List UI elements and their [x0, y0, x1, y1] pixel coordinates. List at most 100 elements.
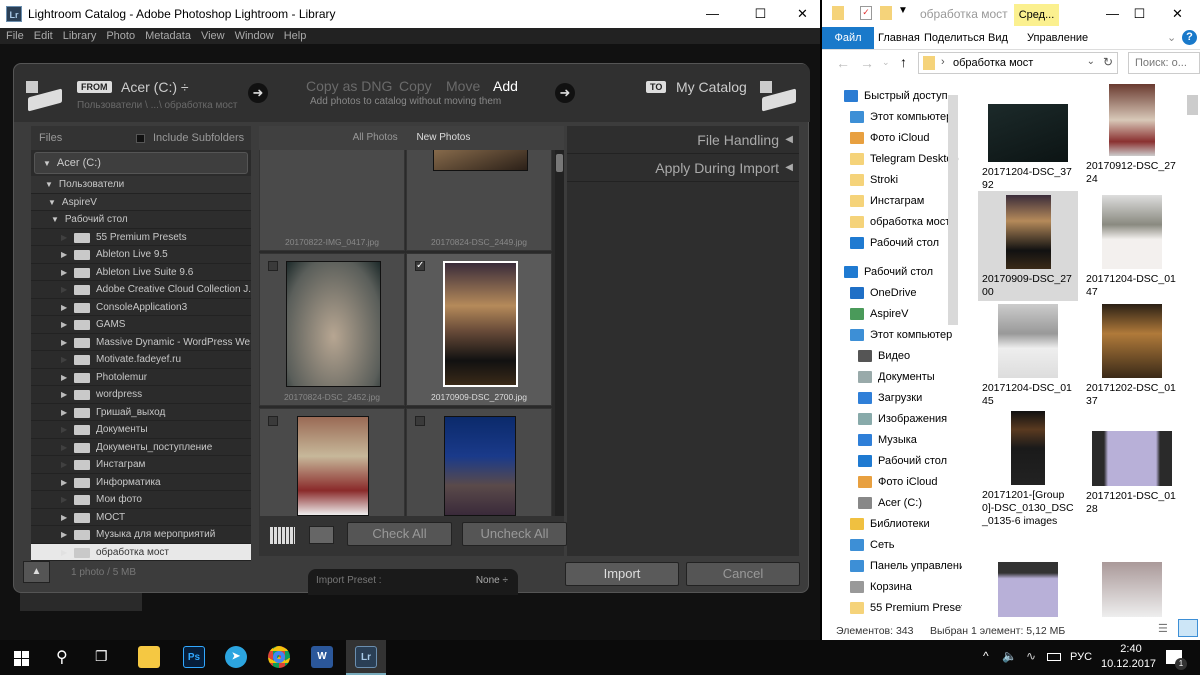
expand-triangle-icon[interactable]: ▶	[61, 404, 67, 421]
folder-item[interactable]: ▶ Инстаграм	[31, 456, 251, 474]
mode-add[interactable]: Add	[493, 78, 518, 94]
nav-item[interactable]: Документы	[858, 367, 962, 388]
address-bar[interactable]: › обработка мост ⌄ ↻	[918, 52, 1118, 74]
address-dropdown-icon[interactable]: ⌄	[1087, 56, 1095, 67]
expand-triangle-icon[interactable]: ▶	[61, 386, 67, 403]
recent-dropdown-icon[interactable]: ⌄	[882, 57, 890, 68]
expand-triangle-icon[interactable]: ▶	[61, 526, 67, 543]
photo-cell[interactable]: 20170822-IMG_0417.jpg	[259, 150, 405, 251]
photo-checkbox[interactable]	[415, 416, 425, 426]
taskbar-file-explorer-icon[interactable]	[138, 646, 160, 668]
expand-triangle-icon[interactable]: ▶	[61, 351, 67, 368]
folder-item[interactable]: ▶ Photolemur	[31, 369, 251, 386]
nav-item[interactable]: 55 Premium Presets	[850, 598, 962, 618]
maximize-button[interactable]: ☐	[738, 0, 783, 28]
grid-scrollbar[interactable]	[555, 150, 564, 516]
nav-item[interactable]: Stroki	[850, 170, 962, 191]
photo-cell[interactable]	[406, 408, 552, 516]
taskbar-telegram-icon[interactable]: ➤	[225, 646, 247, 668]
file-item[interactable]: 20170912-DSC_2724	[1082, 82, 1182, 192]
folder-item[interactable]: ▶ Ableton Live Suite 9.6	[31, 264, 251, 281]
taskbar-chrome-icon[interactable]	[268, 646, 290, 668]
new-folder-icon[interactable]	[880, 6, 892, 20]
menu-help[interactable]: Help	[284, 28, 307, 44]
wifi-icon[interactable]: ∿	[1026, 649, 1036, 663]
nav-item[interactable]: Telegram Desktop	[850, 149, 962, 170]
clock-time[interactable]: 2:40	[1112, 643, 1150, 655]
folder-item[interactable]: ▶ Adobe Creative Cloud Collection J...	[31, 281, 251, 299]
show-hidden-icons[interactable]: ^	[983, 649, 989, 663]
nav-item[interactable]: Музыка	[858, 430, 962, 451]
minimize-button[interactable]: —	[690, 0, 735, 28]
destination[interactable]: My Catalog	[676, 79, 747, 95]
ribbon-tab-view[interactable]: Вид	[988, 32, 1008, 44]
expand-triangle-icon[interactable]: ▶	[61, 369, 67, 386]
menu-file[interactable]: File	[6, 28, 24, 44]
nav-item[interactable]: Панель управления	[850, 556, 962, 577]
volume-acer[interactable]: ▼ Acer (C:)	[34, 152, 248, 174]
file-item[interactable]: 20171201-DSC_0128	[1082, 409, 1182, 519]
properties-icon[interactable]: ✓	[860, 6, 872, 20]
ribbon-tab-manage[interactable]: Управление	[1027, 32, 1088, 44]
photo-cell[interactable]	[259, 408, 405, 516]
photo-thumbnail[interactable]	[444, 416, 516, 516]
check-all-button[interactable]: Check All	[347, 522, 452, 546]
file-scrollbar[interactable]	[1187, 95, 1198, 115]
menu-view[interactable]: View	[201, 28, 225, 44]
include-subfolders-checkbox[interactable]	[136, 134, 145, 143]
nav-item[interactable]: Сеть	[850, 535, 962, 556]
task-view-icon[interactable]: ❐	[95, 648, 108, 665]
nav-scrollbar[interactable]	[948, 95, 958, 325]
nav-item[interactable]: Фото iCloud	[858, 472, 962, 493]
expand-triangle-icon[interactable]: ▶	[61, 509, 67, 526]
nav-item[interactable]: Инстаграм	[850, 191, 962, 212]
expand-triangle-icon[interactable]: ▶	[61, 264, 67, 281]
menu-edit[interactable]: Edit	[34, 28, 53, 44]
file-item[interactable]: 20170909-DSC_2700	[978, 191, 1078, 301]
file-item[interactable]: 20171204-DSC_3792	[978, 82, 1078, 192]
nav-item[interactable]: OneDrive	[850, 283, 962, 304]
menu-window[interactable]: Window	[235, 28, 274, 44]
tree-item-users[interactable]: ▼ Пользователи	[31, 176, 251, 194]
expand-triangle-icon[interactable]: ▶	[61, 544, 67, 561]
tree-item-desktop[interactable]: ▼ Рабочий стол	[31, 211, 251, 229]
photo-cell[interactable]: 20170824-DSC_2452.jpg	[259, 253, 405, 406]
menu-metadata[interactable]: Metadata	[145, 28, 191, 44]
nav-item[interactable]: Рабочий стол	[844, 262, 962, 283]
details-view-icon[interactable]: ☰	[1158, 622, 1168, 635]
file-item[interactable]	[1082, 560, 1182, 617]
folder-item[interactable]: ▶ Информатика	[31, 474, 251, 491]
photo-cell[interactable]: ✓ 20170909-DSC_2700.jpg	[406, 253, 552, 406]
cancel-button[interactable]: Cancel	[686, 562, 800, 586]
file-item[interactable]: 20171204-DSC_0145	[978, 300, 1078, 410]
folder-item[interactable]: ▶ Музыка для мероприятий	[31, 526, 251, 544]
close-button[interactable]: ✕	[780, 0, 825, 28]
grid-view-icon[interactable]	[270, 527, 295, 544]
ribbon-tab-file[interactable]: Файл	[822, 27, 874, 49]
file-item[interactable]: 20171201-[Group 0]-DSC_0130_DSC_0135-6 i…	[978, 409, 1078, 527]
large-icons-view-icon[interactable]	[1178, 619, 1198, 637]
expand-triangle-icon[interactable]: ▶	[61, 491, 67, 508]
volume-icon[interactable]: 🔈	[1002, 649, 1017, 663]
nav-item[interactable]: обработка мост	[850, 212, 962, 233]
mode-copy-as-dng[interactable]: Copy as DNG	[306, 78, 392, 94]
nav-item[interactable]: Загрузки	[858, 388, 962, 409]
tab-new-photos[interactable]: New Photos	[416, 132, 470, 143]
search-icon[interactable]: ⚲	[56, 647, 68, 667]
folder-item[interactable]: ▶ Motivate.fadeyef.ru	[31, 351, 251, 369]
forward-icon[interactable]: →	[860, 55, 874, 71]
photo-checkbox[interactable]	[268, 416, 278, 426]
photo-thumbnail[interactable]	[297, 416, 369, 516]
folder-item[interactable]: ▶ Документы	[31, 421, 251, 439]
ribbon-expand-icon[interactable]: ⌄	[1167, 31, 1176, 44]
tab-all-photos[interactable]: All Photos	[353, 132, 398, 143]
help-icon[interactable]: ?	[1182, 30, 1197, 45]
explorer-close-button[interactable]: ✕	[1155, 0, 1200, 28]
import-button[interactable]: Import	[565, 562, 679, 586]
photo-checkbox[interactable]: ✓	[415, 261, 425, 271]
expand-triangle-icon[interactable]: ▶	[61, 229, 67, 246]
folder-item[interactable]: ▶ ConsoleApplication3	[31, 299, 251, 316]
nav-item[interactable]: Библиотеки	[850, 514, 962, 535]
folder-item[interactable]: ▶ Ableton Live 9.5	[31, 246, 251, 264]
collapse-up-button[interactable]: ▲	[23, 561, 50, 583]
